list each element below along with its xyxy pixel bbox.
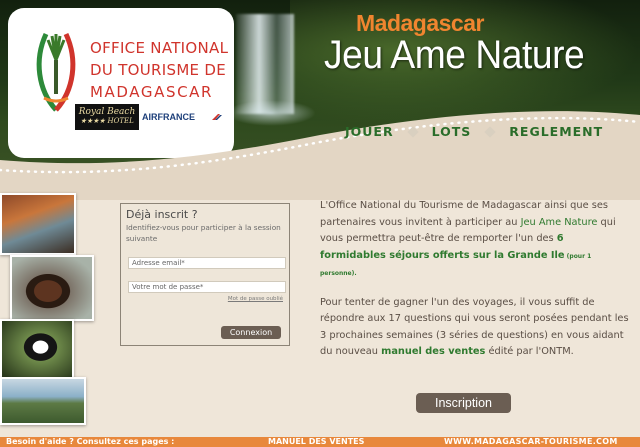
organization-title: OFFICE NATIONAL DU TOURISME DE MADAGASCA… <box>90 37 228 103</box>
main-nav: JOUER LOTS REGLEMENT <box>345 124 603 139</box>
login-subtitle: Identifiez-vous pour participer à la ses… <box>126 223 281 243</box>
lemur-photo <box>0 319 74 381</box>
landscape-photo <box>0 377 86 425</box>
nav-jouer[interactable]: JOUER <box>345 124 394 139</box>
waterfall-image <box>236 14 294 114</box>
nav-lots[interactable]: LOTS <box>432 124 472 139</box>
dotted-wave-divider <box>0 111 640 200</box>
login-button[interactable]: Connexion <box>221 326 281 339</box>
org-line-2: DU TOURISME DE <box>90 61 227 79</box>
footer-bar: Besoin d'aide ? Consultez ces pages : MA… <box>0 437 640 447</box>
nav-diamond-icon <box>406 125 419 138</box>
password-field[interactable]: Votre mot de passe* <box>128 281 286 293</box>
login-box: Déjà inscrit ? Identifiez-vous pour part… <box>120 203 290 346</box>
game-name-link[interactable]: Jeu Ame Nature <box>521 217 598 228</box>
brand-title: Jeu Ame Nature <box>324 33 585 77</box>
nav-reglement[interactable]: REGLEMENT <box>509 124 603 139</box>
footer-help-text: Besoin d'aide ? Consultez ces pages : <box>6 437 175 446</box>
sales-manual-link[interactable]: manuel des ventes <box>381 346 485 357</box>
forgot-password-link[interactable]: Mot de passe oublié <box>228 296 283 302</box>
intro-paragraph-1: L'Office National du Tourisme de Madagas… <box>320 198 630 283</box>
register-button[interactable]: Inscription <box>416 393 511 413</box>
train-photo <box>0 193 76 255</box>
intro-p2-text-b: édité par l'ONTM. <box>485 346 574 357</box>
girl-photo <box>10 255 94 321</box>
footer-manual-link[interactable]: MANUEL DES VENTES <box>268 437 364 447</box>
intro-paragraph-2: Pour tenter de gagner l'un des voyages, … <box>320 295 630 361</box>
nav-diamond-icon <box>484 125 496 138</box>
footer-site-link[interactable]: WWW.MADAGASCAR-TOURISME.COM <box>444 437 618 447</box>
intro-text: L'Office National du Tourisme de Madagas… <box>320 198 630 373</box>
photo-collage <box>0 193 96 425</box>
email-field[interactable]: Adresse email* <box>128 257 286 269</box>
login-title: Déjà inscrit ? <box>126 208 198 221</box>
org-line-1: OFFICE NATIONAL <box>90 39 229 57</box>
